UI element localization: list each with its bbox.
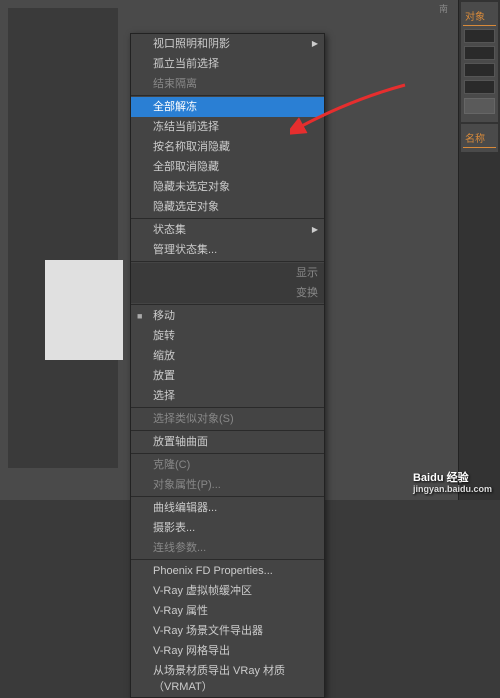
- menu-item-0[interactable]: 视口照明和阴影: [131, 34, 324, 54]
- panel-section-objects: 对象: [463, 6, 496, 26]
- menu-item-3[interactable]: 全部解冻: [131, 97, 324, 117]
- menu-item-30[interactable]: 从场景材质导出 VRay 材质（VRMAT）: [131, 661, 324, 697]
- menu-item-28[interactable]: V-Ray 场景文件导出器: [131, 621, 324, 641]
- menu-item-22[interactable]: 曲线编辑器...: [131, 498, 324, 518]
- menu-separator: [131, 407, 324, 408]
- menu-item-19[interactable]: 放置轴曲面: [131, 432, 324, 452]
- menu-item-1[interactable]: 孤立当前选择: [131, 54, 324, 74]
- menu-item-2[interactable]: 结束隔离: [131, 74, 324, 94]
- menu-item-14[interactable]: 旋转: [131, 326, 324, 346]
- menu-item-25[interactable]: Phoenix FD Properties...: [131, 561, 324, 581]
- menu-item-12[interactable]: 变换: [131, 283, 324, 303]
- menu-separator: [131, 453, 324, 454]
- field-4[interactable]: [464, 80, 495, 94]
- menu-separator: [131, 559, 324, 560]
- context-menu: 视口照明和阴影孤立当前选择结束隔离全部解冻冻结当前选择按名称取消隐藏全部取消隐藏…: [130, 33, 325, 698]
- menu-separator: [131, 304, 324, 305]
- panel-section-name: 名称: [463, 128, 496, 148]
- menu-item-13[interactable]: ■移动: [131, 306, 324, 326]
- menu-item-9[interactable]: 状态集: [131, 220, 324, 240]
- menu-item-15[interactable]: 缩放: [131, 346, 324, 366]
- menu-item-16[interactable]: 放置: [131, 366, 324, 386]
- menu-item-7[interactable]: 隐藏未选定对象: [131, 177, 324, 197]
- field-2[interactable]: [464, 46, 495, 60]
- command-panel[interactable]: 对象 名称: [458, 0, 500, 500]
- menu-item-20[interactable]: 克隆(C): [131, 455, 324, 475]
- viewport-inner: [8, 8, 118, 468]
- watermark: Baidu 经验 jingyan.baidu.com: [413, 468, 492, 494]
- menu-item-27[interactable]: V-Ray 属性: [131, 601, 324, 621]
- scene-object[interactable]: [45, 260, 123, 360]
- menu-separator: [131, 95, 324, 96]
- menu-separator: [131, 261, 324, 262]
- menu-item-23[interactable]: 摄影表...: [131, 518, 324, 538]
- menu-item-29[interactable]: V-Ray 网格导出: [131, 641, 324, 661]
- add-button[interactable]: [464, 98, 495, 114]
- field-3[interactable]: [464, 63, 495, 77]
- compass-label: 南: [439, 2, 448, 15]
- menu-separator: [131, 496, 324, 497]
- menu-item-6[interactable]: 全部取消隐藏: [131, 157, 324, 177]
- menu-item-5[interactable]: 按名称取消隐藏: [131, 137, 324, 157]
- menu-item-26[interactable]: V-Ray 虚拟帧缓冲区: [131, 581, 324, 601]
- menu-item-17[interactable]: 选择: [131, 386, 324, 406]
- menu-item-18[interactable]: 选择类似对象(S): [131, 409, 324, 429]
- menu-item-11[interactable]: 显示: [131, 263, 324, 283]
- menu-item-10[interactable]: 管理状态集...: [131, 240, 324, 260]
- menu-item-24[interactable]: 连线参数...: [131, 538, 324, 558]
- menu-separator: [131, 430, 324, 431]
- watermark-sub: jingyan.baidu.com: [413, 484, 492, 494]
- menu-separator: [131, 218, 324, 219]
- watermark-main: Baidu 经验: [413, 472, 469, 484]
- menu-item-21[interactable]: 对象属性(P)...: [131, 475, 324, 495]
- menu-item-4[interactable]: 冻结当前选择: [131, 117, 324, 137]
- field-1[interactable]: [464, 29, 495, 43]
- menu-item-8[interactable]: 隐藏选定对象: [131, 197, 324, 217]
